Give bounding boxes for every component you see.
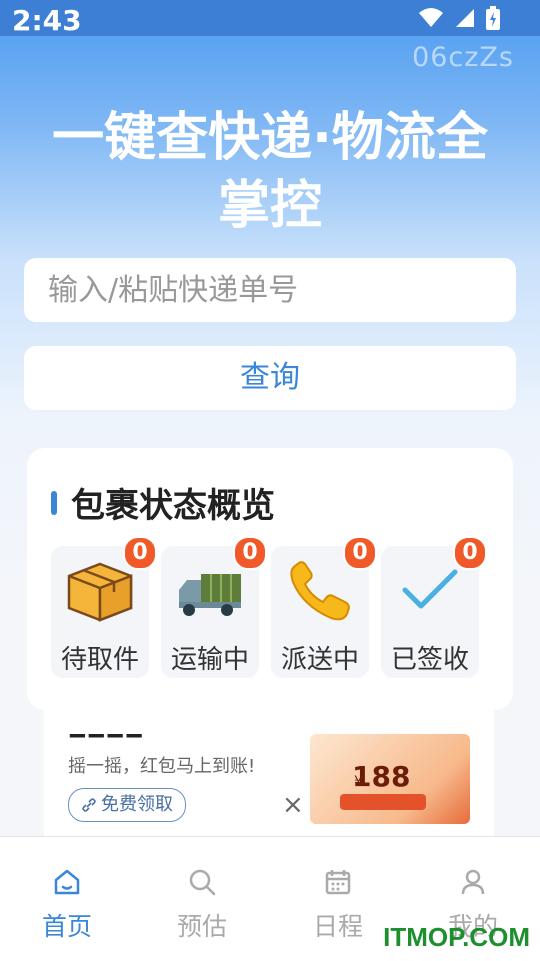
package-status-card: 包裹状态概览 0 待取件 0 运输中 0 派送中 0 已签收 (27, 448, 513, 710)
ad-claim-label: 免费领取 (101, 794, 173, 815)
tab-home[interactable]: 首页 (22, 867, 112, 943)
status-label: 待取件 (60, 645, 139, 675)
title-accent-bar (51, 490, 57, 515)
tracking-number-field[interactable] (24, 258, 516, 322)
tab-label: 预估 (176, 912, 227, 941)
link-icon (82, 798, 96, 812)
query-button[interactable]: 查询 (24, 346, 516, 410)
headline: 一键查快递·物流全 掌控 (0, 104, 540, 240)
count-badge: 0 (343, 536, 377, 570)
status-icons (418, 6, 500, 30)
ad-image-pill (340, 794, 426, 810)
status-tile-delivering[interactable]: 0 派送中 (271, 536, 377, 678)
ad-banner[interactable]: ▬▬▬▬ 摇一摇，红包马上到账! 免费领取 × ¥ 188 (44, 710, 494, 836)
count-badge: 0 (453, 536, 487, 570)
code-label: 06czZs (412, 42, 514, 73)
card-title: 包裹状态概览 (51, 478, 275, 527)
ad-subtitle: 摇一摇，红包马上到账! (68, 756, 256, 777)
tab-label: 日程 (312, 912, 363, 941)
status-label: 运输中 (170, 645, 249, 675)
status-time: 2:43 (12, 4, 82, 37)
battery-icon (486, 6, 500, 30)
status-tile-in-transit[interactable]: 0 运输中 (161, 536, 267, 678)
user-icon (461, 869, 485, 895)
home-icon (54, 869, 80, 895)
package-box-icon (67, 562, 133, 622)
ad-claim-button[interactable]: 免费领取 (68, 788, 186, 822)
status-label: 派送中 (280, 645, 359, 675)
status-tiles: 0 待取件 0 运输中 0 派送中 0 已签收 (51, 536, 487, 678)
search-icon (189, 869, 216, 896)
signal-icon (456, 9, 474, 27)
wifi-icon (419, 8, 443, 27)
tab-label: 首页 (41, 912, 92, 941)
headline-line-2: 掌控 (217, 176, 322, 236)
card-title-text: 包裹状态概览 (71, 486, 275, 526)
count-badge: 0 (233, 536, 267, 570)
headline-line-1: 一键查快递·物流全 (52, 108, 488, 168)
phone-icon (290, 561, 351, 621)
ad-image-price: 188 (352, 760, 411, 793)
tab-schedule[interactable]: 日程 (293, 867, 383, 943)
ad-close-button[interactable]: × (282, 790, 304, 820)
tab-estimate[interactable]: 预估 (157, 867, 247, 943)
ad-image[interactable]: ¥ 188 (310, 734, 470, 824)
bottom-tab-bar: 首页 预估 日程 我的 ITMOP.COM (0, 836, 540, 961)
status-tile-signed[interactable]: 0 已签收 (381, 536, 487, 678)
checkmark-icon (402, 569, 458, 609)
status-tile-pending-pickup[interactable]: 0 待取件 (51, 536, 157, 678)
calendar-icon (325, 870, 351, 895)
status-bar: 2:43 (0, 0, 540, 37)
status-label: 已签收 (390, 645, 469, 675)
tracking-number-input[interactable] (46, 271, 516, 309)
delivery-truck-icon (179, 574, 241, 616)
ad-title-cropped: ▬▬▬▬ (68, 734, 178, 744)
site-watermark: ITMOP.COM (383, 922, 530, 952)
count-badge: 0 (123, 536, 157, 570)
